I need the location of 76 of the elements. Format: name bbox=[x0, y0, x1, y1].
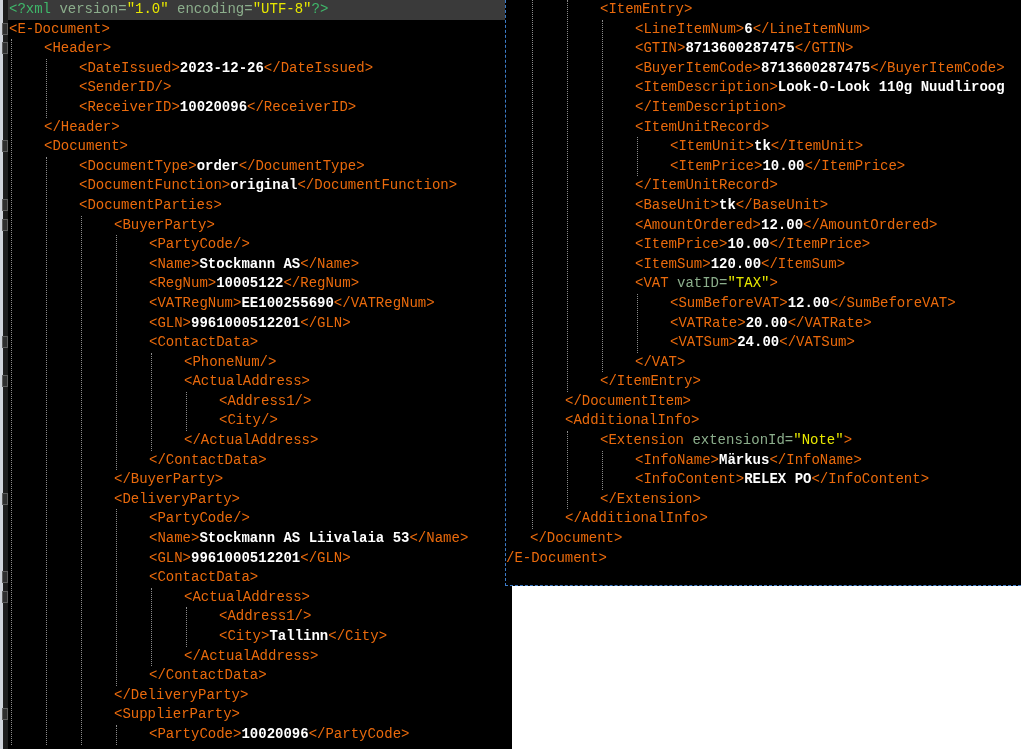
code-line: <ActualAddress> bbox=[184, 372, 312, 392]
code-line: <SumBeforeVAT>12.00</SumBeforeVAT> bbox=[670, 293, 957, 313]
fold-icon[interactable] bbox=[2, 140, 8, 153]
code-line: /E-Document> bbox=[506, 548, 608, 568]
code-line: <ContactData> bbox=[149, 333, 260, 353]
code-line: </DocumentItem> bbox=[565, 391, 693, 411]
code-line: <Header> bbox=[44, 39, 113, 59]
code-line: <Name>Stockmann AS Liivalaia 53</Name> bbox=[149, 529, 470, 549]
fold-icon[interactable] bbox=[2, 492, 8, 505]
code-line: <DocumentParties> bbox=[79, 195, 223, 215]
code-line: <Extension extensionId="Note"> bbox=[600, 431, 854, 451]
fold-icon[interactable] bbox=[2, 375, 8, 388]
code-line: <ItemPrice>10.00</ItemPrice> bbox=[670, 156, 907, 176]
code-line: <ContactData> bbox=[149, 568, 260, 588]
code-line: <VATSum>24.00</VATSum> bbox=[670, 333, 856, 353]
code-line: </BuyerParty> bbox=[114, 470, 225, 490]
code-line: <DocumentType>order</DocumentType> bbox=[79, 156, 366, 176]
code-line: </ItemDescription> bbox=[635, 97, 788, 117]
code-line: <RegNum>10005122</RegNum> bbox=[149, 274, 361, 294]
code-line: </ContactData> bbox=[149, 450, 268, 470]
code-line: </Extension> bbox=[600, 489, 702, 509]
code-line: <ItemUnit>tk</ItemUnit> bbox=[670, 137, 865, 157]
fold-icon[interactable] bbox=[2, 22, 8, 35]
code-line: <ReceiverID>10020096</ReceiverID> bbox=[79, 97, 358, 117]
code-line: <ItemSum>120.00</ItemSum> bbox=[635, 254, 847, 274]
code-line: <DeliveryParty> bbox=[114, 489, 242, 509]
code-line: <PartyCode>10020096</PartyCode> bbox=[149, 724, 411, 744]
code-line: <VATRate>20.00</VATRate> bbox=[670, 313, 873, 333]
code-line: <AdditionalInfo> bbox=[565, 411, 701, 431]
code-line: <ItemUnitRecord> bbox=[635, 117, 771, 137]
code-line: </ItemEntry> bbox=[600, 372, 702, 392]
code-line: </ContactData> bbox=[149, 666, 268, 686]
code-line: </VAT> bbox=[635, 352, 687, 372]
code-line: <ActualAddress> bbox=[184, 587, 312, 607]
code-line: <BaseUnit>tk</BaseUnit> bbox=[635, 195, 830, 215]
code-line: <BuyerItemCode>8713600287475</BuyerItemCode> bbox=[635, 58, 1006, 78]
fold-icon[interactable] bbox=[2, 708, 8, 721]
code-line: </AdditionalInfo> bbox=[565, 509, 709, 529]
code-line: <LineItemNum>6</LineItemNum> bbox=[635, 19, 872, 39]
code-line: </ActualAddress> bbox=[184, 431, 320, 451]
code-line: <SupplierParty> bbox=[114, 705, 242, 725]
code-line: <E-Document> bbox=[9, 19, 111, 39]
code-line: <AmountOrdered>12.00</AmountOrdered> bbox=[635, 215, 939, 235]
code-line: <InfoName>Märkus</InfoName> bbox=[635, 450, 863, 470]
code-line: <InfoContent>RELEX PO</InfoContent> bbox=[635, 470, 931, 490]
code-line: <BuyerParty> bbox=[114, 215, 216, 235]
code-line: <SenderID/> bbox=[79, 78, 173, 98]
fold-icon[interactable] bbox=[2, 571, 8, 584]
fold-icon[interactable] bbox=[2, 336, 8, 349]
code-line: <GLN>9961000512201</GLN> bbox=[149, 313, 352, 333]
fold-icon[interactable] bbox=[2, 218, 8, 231]
code-line: <DocumentFunction>original</DocumentFunction> bbox=[79, 176, 459, 196]
code-line: <City/> bbox=[219, 411, 279, 431]
code-line: <Document> bbox=[44, 137, 129, 157]
code-line: <Address1/> bbox=[219, 607, 313, 627]
code-line: </ItemUnitRecord> bbox=[635, 176, 779, 196]
code-line: <Name>Stockmann AS</Name> bbox=[149, 254, 361, 274]
code-line: <PartyCode/> bbox=[149, 235, 251, 255]
code-line: <ItemPrice>10.00</ItemPrice> bbox=[635, 235, 872, 255]
code-line: </ActualAddress> bbox=[184, 646, 320, 666]
code-line: <VATRegNum>EE100255690</VATRegNum> bbox=[149, 293, 436, 313]
code-line: <PartyCode/> bbox=[149, 509, 251, 529]
code-line: <ItemDescription>Look-O-Look 110g Nuudliroog bbox=[635, 78, 1006, 98]
fold-icon[interactable] bbox=[2, 590, 8, 603]
code-line: <City>Tallinn</City> bbox=[219, 627, 389, 646]
code-line: </Document> bbox=[530, 529, 624, 549]
fold-icon[interactable] bbox=[2, 198, 8, 211]
fold-icon[interactable] bbox=[2, 42, 8, 55]
code-line: <DateIssued>2023-12-26</DateIssued> bbox=[79, 58, 375, 78]
code-line: <Address1/> bbox=[219, 391, 313, 411]
code-line: <PhoneNum/> bbox=[184, 352, 278, 372]
code-line: <ItemEntry> bbox=[600, 0, 694, 19]
code-line: </Header> bbox=[44, 117, 121, 137]
code-line: <VAT vatID="TAX"> bbox=[635, 274, 779, 294]
code-line: <GTIN>8713600287475</GTIN> bbox=[635, 39, 855, 59]
code-line: </DeliveryParty> bbox=[114, 685, 250, 705]
